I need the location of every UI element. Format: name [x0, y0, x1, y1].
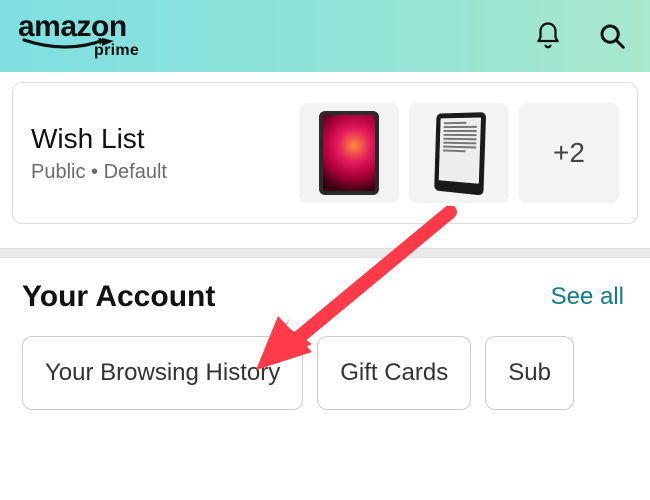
wishlist-card[interactable]: Wish List Public • Default — [12, 82, 638, 224]
wishlist-item-thumb-2[interactable] — [409, 103, 509, 203]
wishlist-status: Default — [104, 161, 167, 183]
chip-gift-cards[interactable]: Gift Cards — [317, 336, 471, 410]
wishlist-info: Wish List Public • Default — [31, 123, 285, 184]
header-actions — [532, 20, 628, 52]
smile-icon — [18, 38, 128, 52]
see-all-link[interactable]: See all — [551, 283, 624, 311]
account-header: Your Account See all — [22, 280, 650, 314]
logo-wordmark: amazon — [18, 13, 127, 40]
more-count-label: +2 — [553, 137, 585, 169]
wishlist-visibility: Public — [31, 161, 85, 183]
account-title: Your Account — [22, 280, 215, 314]
dot-separator: • — [91, 161, 104, 183]
your-account-section: Your Account See all Your Browsing Histo… — [0, 258, 650, 410]
app-header: amazon prime — [0, 0, 650, 72]
ereader-icon — [434, 112, 486, 195]
chip-subscribe[interactable]: Sub — [485, 336, 574, 410]
notifications-icon[interactable] — [532, 20, 564, 52]
section-divider — [0, 248, 650, 258]
wishlist-subtitle: Public • Default — [31, 161, 285, 184]
search-icon[interactable] — [596, 20, 628, 52]
wishlist-more-count[interactable]: +2 — [519, 103, 619, 203]
chip-browsing-history[interactable]: Your Browsing History — [22, 336, 303, 410]
wishlist-thumbnails: +2 — [299, 103, 619, 203]
amazon-prime-logo[interactable]: amazon prime — [18, 13, 139, 60]
tablet-icon — [319, 111, 379, 195]
account-chips-row: Your Browsing History Gift Cards Sub — [22, 336, 650, 410]
wishlist-item-thumb-1[interactable] — [299, 103, 399, 203]
wishlist-title: Wish List — [31, 123, 285, 155]
